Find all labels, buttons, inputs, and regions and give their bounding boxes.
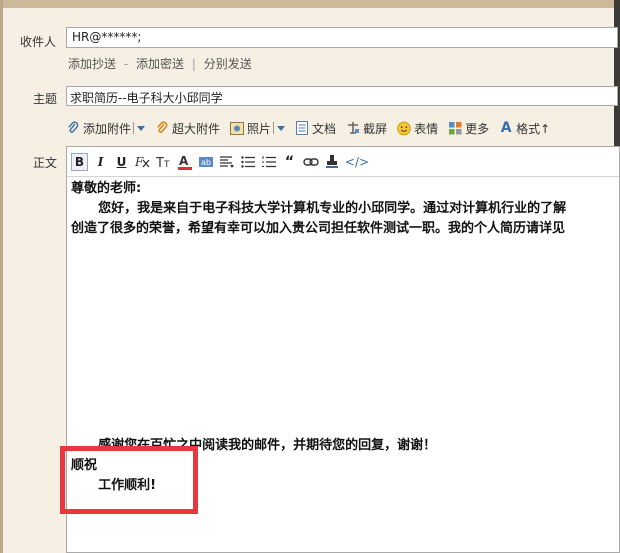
photo-icon xyxy=(230,121,245,135)
subject-label: 主题 xyxy=(33,92,58,106)
svg-text:ab: ab xyxy=(201,158,211,167)
align-left-icon xyxy=(219,155,234,168)
italic-button[interactable]: I xyxy=(92,153,109,171)
letter-a-icon: A xyxy=(500,120,512,136)
document-button[interactable]: 文档 xyxy=(295,120,336,137)
add-attachment-dropdown[interactable] xyxy=(133,122,146,134)
to-value: HR@******; xyxy=(72,30,142,44)
divider xyxy=(273,122,275,134)
bold-button[interactable]: B xyxy=(71,152,88,171)
document-label: 文档 xyxy=(312,121,337,136)
svg-text:T: T xyxy=(156,156,164,169)
quote-icon: “ xyxy=(284,153,295,170)
body-label: 正文 xyxy=(33,156,58,170)
large-paperclip-icon xyxy=(155,121,169,135)
separator: - xyxy=(123,57,129,71)
grid-icon xyxy=(448,121,462,135)
font-size-button[interactable]: TT xyxy=(155,153,172,171)
stamp-icon xyxy=(325,154,338,168)
body-line-1: 您好，我是来自于电子科技大学计算机专业的小邱同学。通过对计算机行业的了解 xyxy=(71,201,567,216)
photo-dropdown[interactable] xyxy=(273,122,286,134)
body-closing: 顺祝 xyxy=(71,458,98,473)
underline-button[interactable]: U xyxy=(113,153,130,171)
body-line-2: 创造了很多的荣誉，希望有幸可以加入贵公司担任软件测试一职。我的个人简历请详见 xyxy=(71,221,566,236)
html-source-button[interactable]: </> xyxy=(344,153,370,171)
bullet-list-icon xyxy=(240,155,255,168)
left-frame-edge xyxy=(0,0,3,553)
bullet-list-button[interactable] xyxy=(239,153,256,171)
scissors-icon xyxy=(346,121,360,135)
align-button[interactable] xyxy=(218,153,235,171)
message-body-closing[interactable]: 感谢您在百忙之中阅读我的邮件，并期待您的回复，谢谢！ 顺祝 工作顺利! xyxy=(71,436,620,496)
chevron-down-icon xyxy=(137,125,146,131)
message-body[interactable]: 尊敬的老师: 您好，我是来自于电子科技大学计算机专业的小邱同学。通过对计算机行业… xyxy=(71,179,620,239)
to-input[interactable]: HR@******; xyxy=(66,27,618,48)
rich-text-editor[interactable]: B I U F TT A ab “ </> 尊敬的老师: 您好，我是来自于电子科… xyxy=(66,146,620,553)
screenshot-label: 截屏 xyxy=(363,121,388,136)
svg-text:T: T xyxy=(163,160,170,169)
format-button[interactable]: A 格式↑ xyxy=(499,120,550,137)
body-greeting: 尊敬的老师: xyxy=(71,181,142,196)
stamp-button[interactable] xyxy=(323,153,340,171)
add-cc-link[interactable]: 添加抄送 xyxy=(68,57,116,71)
format-toolbar: B I U F TT A ab “ </> xyxy=(67,147,619,177)
font-size-icon: TT xyxy=(156,156,170,169)
photo-button[interactable]: 照片 xyxy=(230,120,271,137)
large-attachment-label: 超大附件 xyxy=(172,121,221,136)
paperclip-icon xyxy=(66,121,80,135)
emoji-label: 表情 xyxy=(414,121,439,136)
smiley-icon xyxy=(397,121,411,135)
add-attachment-button[interactable]: 添加附件 xyxy=(66,120,131,137)
top-frame-strip xyxy=(0,0,620,8)
subject-value: 求职简历--电子科大小邱同学 xyxy=(70,91,223,105)
attachment-toolbar: 添加附件 超大附件 照片 文档 截屏 表情 更多 A 格式↑ xyxy=(66,119,560,137)
link-button[interactable] xyxy=(302,153,319,171)
photo-label: 照片 xyxy=(247,121,272,136)
svg-text:F: F xyxy=(135,155,144,169)
document-icon xyxy=(295,121,309,135)
large-attachment-button[interactable]: 超大附件 xyxy=(155,120,220,137)
font-color-icon: A xyxy=(177,154,192,170)
numbered-list-icon xyxy=(261,155,276,167)
link-icon xyxy=(302,157,319,166)
background-color-button[interactable]: ab xyxy=(197,153,214,171)
add-bcc-link[interactable]: 添加密送 xyxy=(136,57,184,71)
quote-button[interactable]: “ xyxy=(281,153,298,171)
highlight-icon: ab xyxy=(198,156,213,167)
svg-text:A: A xyxy=(179,154,189,168)
body-thanks: 感谢您在百忙之中阅读我的邮件，并期待您的回复，谢谢！ xyxy=(71,438,437,453)
font-family-button[interactable]: F xyxy=(134,153,151,171)
emoji-button[interactable]: 表情 xyxy=(397,120,438,137)
recipient-options: 添加抄送 - 添加密送 | 分别发送 xyxy=(68,55,252,72)
subject-input[interactable]: 求职简历--电子科大小邱同学 xyxy=(66,86,618,106)
numbered-list-button[interactable] xyxy=(260,153,277,171)
divider xyxy=(133,122,135,134)
screenshot-button[interactable]: 截屏 xyxy=(346,120,387,137)
separator: | xyxy=(191,57,196,71)
send-separately-link[interactable]: 分别发送 xyxy=(204,57,252,71)
font-family-icon: F xyxy=(135,155,149,169)
more-button[interactable]: 更多 xyxy=(448,120,489,137)
chevron-down-icon xyxy=(277,125,286,131)
format-label: 格式↑ xyxy=(516,121,551,136)
add-attachment-label: 添加附件 xyxy=(83,121,132,136)
body-wish: 工作顺利! xyxy=(71,478,157,493)
font-color-button[interactable]: A xyxy=(176,153,193,171)
to-label: 收件人 xyxy=(20,35,57,49)
more-label: 更多 xyxy=(465,121,490,136)
